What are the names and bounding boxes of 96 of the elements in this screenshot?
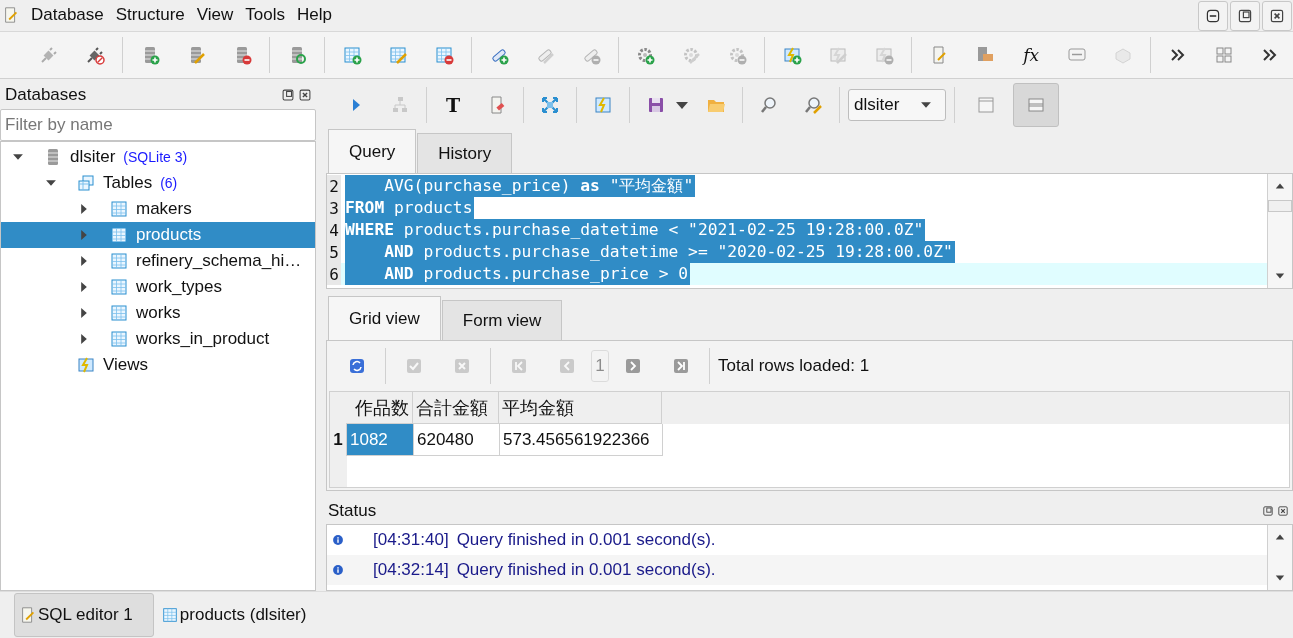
tab[interactable]: History [417,133,513,173]
filter-field[interactable]: Filter by name [0,109,316,141]
table-edit-icon[interactable] [387,45,408,65]
tree-label: products [136,225,202,245]
window-tab[interactable]: products (dlsiter) [155,593,328,637]
function-button[interactable]: fx [1021,45,1042,65]
restore-button[interactable] [1230,1,1260,31]
find-replace-icon[interactable] [803,95,823,115]
table-icon [160,606,179,624]
grid-icon[interactable] [1214,45,1234,65]
sql-editor[interactable] [326,173,1293,289]
log-message: Query finished in 0.001 second(s). [456,530,716,550]
minimize-button[interactable] [1198,1,1228,31]
restore-icon [1237,8,1253,24]
tree-label: Views [103,355,149,375]
tree-item[interactable]: work_types [1,274,315,300]
next-page-icon[interactable] [623,356,643,376]
tree-item[interactable]: refinery_schema_hi… [1,248,315,274]
line-number: 2 [327,175,341,197]
tree-item[interactable]: Views [1,352,315,378]
line-number: 3 [327,197,341,219]
menu-item[interactable]: Structure [114,5,186,25]
tree-label: dlsiter [70,147,116,167]
column-header[interactable]: 作品数 [346,392,413,424]
tree-item[interactable]: makers [1,196,315,222]
tab[interactable]: Query [328,129,417,173]
table-add-icon[interactable] [341,45,362,65]
scrollbar[interactable] [1267,525,1292,590]
tree-note: (SQLite 3) [123,149,188,165]
tree-item[interactable]: dlsiter (SQLite 3) [1,144,315,170]
info-icon [331,563,345,577]
line-number: 4 [327,219,341,241]
info-icon [331,533,345,547]
table-icon [109,251,129,271]
menu-item[interactable]: Database [30,5,105,25]
tree-item[interactable]: products [1,222,315,248]
unplug-icon[interactable] [85,45,105,65]
tree-label: refinery_schema_hi… [136,251,302,271]
menu-item[interactable]: Help [296,5,333,25]
tables-icon [76,173,96,193]
menu-item[interactable]: View [195,5,235,25]
tab[interactable]: Form view [441,300,563,340]
tree-item[interactable]: works [1,300,315,326]
close-icon [1269,8,1285,24]
tree-label: work_types [136,277,222,297]
close-icon[interactable] [1277,505,1289,517]
float-icon[interactable] [281,88,295,102]
format-button[interactable]: T [443,95,463,115]
scroll-thumb[interactable] [1268,200,1292,212]
table-icon [109,277,129,297]
scrollbar[interactable] [1267,174,1292,288]
panel-title: Status [328,501,378,521]
search-icon[interactable] [759,95,779,115]
view-add-icon[interactable] [782,45,803,65]
log-time: [04:31:40] [373,530,449,550]
tree-item[interactable]: works_in_product [1,326,315,352]
table-icon [109,303,129,323]
line-number: 6 [327,263,341,285]
panel-title: Databases [5,85,88,105]
tree-label: works_in_product [136,329,270,349]
tab[interactable]: Grid view [328,296,441,340]
gear-add-icon[interactable] [635,45,656,65]
views-icon [76,355,96,375]
tree-note: (6) [160,175,178,191]
table-icon [109,329,129,349]
layout-toggle-button[interactable] [1013,83,1059,127]
close-icon[interactable] [298,88,312,102]
table-icon [109,225,129,245]
tree-label: Tables [103,173,153,193]
minimize-icon [1205,8,1221,24]
column-header[interactable]: 合計金額 [413,392,499,424]
editor-icon [19,606,37,624]
database-dropdown[interactable]: dlsiter [848,89,946,121]
refresh-icon[interactable] [347,356,367,376]
table-cell[interactable]: 1082 [347,424,414,456]
column-header[interactable]: 平均金額 [499,392,662,424]
expand-icon[interactable] [540,95,560,115]
table-icon [109,199,129,219]
line-number: 5 [327,241,341,263]
layout-icon [976,95,996,115]
table-remove-icon[interactable] [433,45,454,65]
log-message: Query finished in 0.001 second(s). [456,560,716,580]
log-time: [04:32:14] [373,560,449,580]
tree-label: works [136,303,181,323]
window-tab[interactable]: SQL editor 1 [14,593,154,637]
table-cell[interactable]: 573.456561922366 [500,424,663,456]
save-icon[interactable] [646,95,666,115]
last-page-icon[interactable] [671,356,691,376]
rows-loaded-text: Total rows loaded: 1 [718,356,870,376]
table-lightning-icon[interactable] [593,95,613,115]
tree-item[interactable]: Tables (6) [1,170,315,196]
close-button[interactable] [1262,1,1292,31]
menu-item[interactable]: Tools [244,5,286,25]
table-cell[interactable]: 620480 [414,424,500,456]
layout-icon [1026,95,1046,115]
tree-label: makers [136,199,192,219]
